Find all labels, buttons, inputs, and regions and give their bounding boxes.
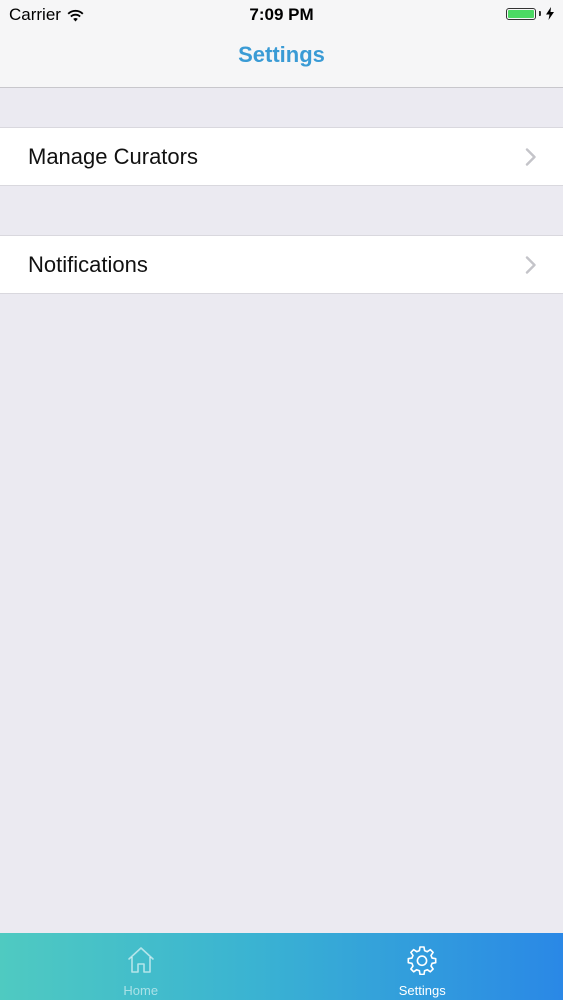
battery-tip: [539, 11, 541, 16]
tab-settings[interactable]: Settings: [282, 933, 563, 1000]
home-icon: [127, 947, 154, 973]
tab-home[interactable]: Home: [0, 933, 282, 1000]
tab-label: Home: [123, 983, 159, 998]
status-time: 7:09 PM: [249, 5, 314, 24]
tab-label: Settings: [398, 983, 446, 998]
settings-row-notifications[interactable]: Notifications: [0, 235, 563, 294]
tab-bar: Home Settings: [0, 933, 563, 1000]
chevron-right-icon: [525, 256, 536, 274]
row-label: Manage Curators: [28, 144, 198, 169]
gear-icon: [407, 946, 437, 975]
page-title: Settings: [238, 42, 325, 67]
settings-screen: Carrier 7:09 PM Settings Manage Curators…: [0, 0, 563, 1000]
battery-fill: [508, 9, 534, 18]
status-bar: Carrier 7:09 PM: [0, 0, 563, 30]
header: Carrier 7:09 PM Settings: [0, 0, 563, 88]
battery-icon: [506, 7, 536, 20]
battery-indicator: [506, 7, 554, 20]
row-label: Notifications: [28, 252, 148, 277]
bolt-icon: [546, 7, 554, 20]
chevron-right-icon: [525, 148, 536, 166]
settings-row-manage-curators[interactable]: Manage Curators: [0, 127, 563, 186]
